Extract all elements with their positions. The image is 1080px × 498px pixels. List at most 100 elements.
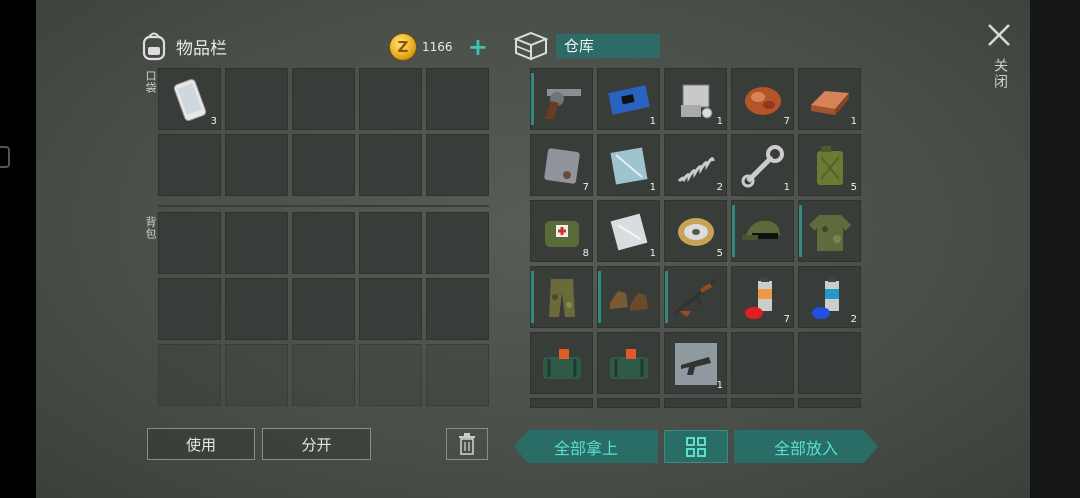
grid-sort-icon: [686, 436, 706, 457]
storage-slot[interactable]: 8: [530, 200, 593, 262]
backpack-slot[interactable]: [158, 344, 221, 406]
backpack-slot[interactable]: [292, 344, 355, 406]
inventory-title: 物品栏: [176, 38, 227, 59]
boots-icon: [610, 291, 648, 311]
smg-blueprint-icon: [675, 343, 717, 385]
pocket-slot[interactable]: 3: [158, 68, 221, 130]
storage-slot[interactable]: [731, 332, 794, 394]
storage-title: 仓库: [556, 34, 660, 58]
backpack-slot[interactable]: [426, 278, 489, 340]
storage-slot[interactable]: 5: [664, 200, 727, 262]
storage-slot[interactable]: [798, 332, 861, 394]
put-all-button[interactable]: 全部放入: [734, 430, 878, 463]
storage-slot[interactable]: 1: [664, 332, 727, 394]
medkit-bag-icon: [545, 221, 579, 247]
storage-slot[interactable]: 7: [731, 68, 794, 130]
pocket-slot[interactable]: [426, 68, 489, 130]
storage-slot[interactable]: [731, 200, 794, 262]
storage-slot[interactable]: 2: [798, 266, 861, 328]
storage-slot[interactable]: [597, 266, 660, 328]
pockets-label: 口袋: [144, 70, 157, 94]
storage-slot[interactable]: [664, 266, 727, 328]
backpack-slot[interactable]: [359, 344, 422, 406]
backpack-icon: [142, 32, 166, 61]
pocket-slot[interactable]: [292, 68, 355, 130]
pocket-grid: 3: [158, 68, 489, 196]
backpack-slot[interactable]: [426, 212, 489, 274]
backpack-slot[interactable]: [359, 278, 422, 340]
wrench-icon: [741, 145, 784, 188]
storage-slot[interactable]: 1: [597, 200, 660, 262]
pocket-slot[interactable]: [292, 134, 355, 196]
pocket-slot[interactable]: [426, 134, 489, 196]
trash-button[interactable]: [446, 428, 488, 460]
storage-slot[interactable]: 7: [731, 266, 794, 328]
backpack-slot[interactable]: [426, 344, 489, 406]
storage-slot[interactable]: 5: [798, 134, 861, 196]
storage-slot[interactable]: 1: [798, 68, 861, 130]
spring-icon: [677, 157, 715, 183]
section-divider: [158, 205, 489, 207]
close-icon[interactable]: [986, 22, 1012, 48]
storage-slot[interactable]: 2: [664, 134, 727, 196]
explosive-box-icon: [543, 349, 581, 379]
ak-rifle-icon: [673, 279, 717, 317]
coin-amount: 1166: [422, 40, 453, 54]
pocket-slot[interactable]: [158, 134, 221, 196]
close-label[interactable]: 关闭: [990, 58, 1010, 90]
backpack-slot[interactable]: [225, 212, 288, 274]
storage-slot[interactable]: 1: [731, 134, 794, 196]
storage-slot[interactable]: 1: [597, 134, 660, 196]
backpack-slot[interactable]: [292, 212, 355, 274]
wire-spool-icon: [678, 218, 714, 246]
storage-slot[interactable]: 7: [530, 134, 593, 196]
steel-plate-icon: [610, 147, 648, 185]
storage-crate-icon: [514, 31, 548, 61]
trash-icon: [459, 433, 475, 455]
pocket-slot[interactable]: [359, 134, 422, 196]
split-button[interactable]: 分开: [262, 428, 371, 460]
item-count: 3: [210, 116, 217, 127]
camo-jacket-icon: [809, 215, 851, 251]
inventory-header: 物品栏: [140, 28, 227, 64]
pocket-slot[interactable]: [225, 134, 288, 196]
backpack-slot[interactable]: [292, 278, 355, 340]
raw-meat-icon: [745, 87, 781, 115]
coin-counter: Z 1166 +: [390, 32, 488, 62]
aluminum-plate-icon: [610, 213, 648, 251]
backpack-grid: [158, 212, 489, 406]
sort-button[interactable]: [664, 430, 728, 463]
item-count: 8: [582, 248, 589, 259]
storage-header: 仓库: [514, 28, 660, 64]
item-count: 1: [783, 182, 790, 193]
storage-slot[interactable]: 1: [597, 68, 660, 130]
storage-grid: 117171215815721: [530, 68, 861, 394]
storage-slot[interactable]: [530, 332, 593, 394]
pocket-slot[interactable]: [225, 68, 288, 130]
camo-cap-icon: [742, 220, 780, 240]
storage-slot[interactable]: [597, 332, 660, 394]
backpack-slot[interactable]: [225, 278, 288, 340]
take-all-button[interactable]: 全部拿上: [514, 430, 658, 463]
plus-icon[interactable]: +: [468, 35, 488, 59]
item-count: 2: [850, 314, 857, 325]
backpack-slot[interactable]: [158, 212, 221, 274]
backpack-slot[interactable]: [225, 344, 288, 406]
item-count: 5: [716, 248, 723, 259]
camo-pants-icon: [549, 279, 575, 317]
storage-slot[interactable]: 1: [664, 68, 727, 130]
smartphone-icon: [173, 79, 207, 121]
copper-ingot-icon: [811, 91, 849, 115]
item-count: 1: [716, 380, 723, 391]
storage-slot[interactable]: [530, 68, 593, 130]
item-count: 5: [850, 182, 857, 193]
pocket-slot[interactable]: [359, 68, 422, 130]
storage-slot[interactable]: [798, 200, 861, 262]
item-count: 1: [649, 248, 656, 259]
backpack-slot[interactable]: [158, 278, 221, 340]
jerrycan-icon: [817, 146, 843, 185]
use-button[interactable]: 使用: [147, 428, 255, 460]
backpack-slot[interactable]: [359, 212, 422, 274]
storage-slot[interactable]: [530, 266, 593, 328]
spray-can-red-icon: [745, 277, 772, 319]
